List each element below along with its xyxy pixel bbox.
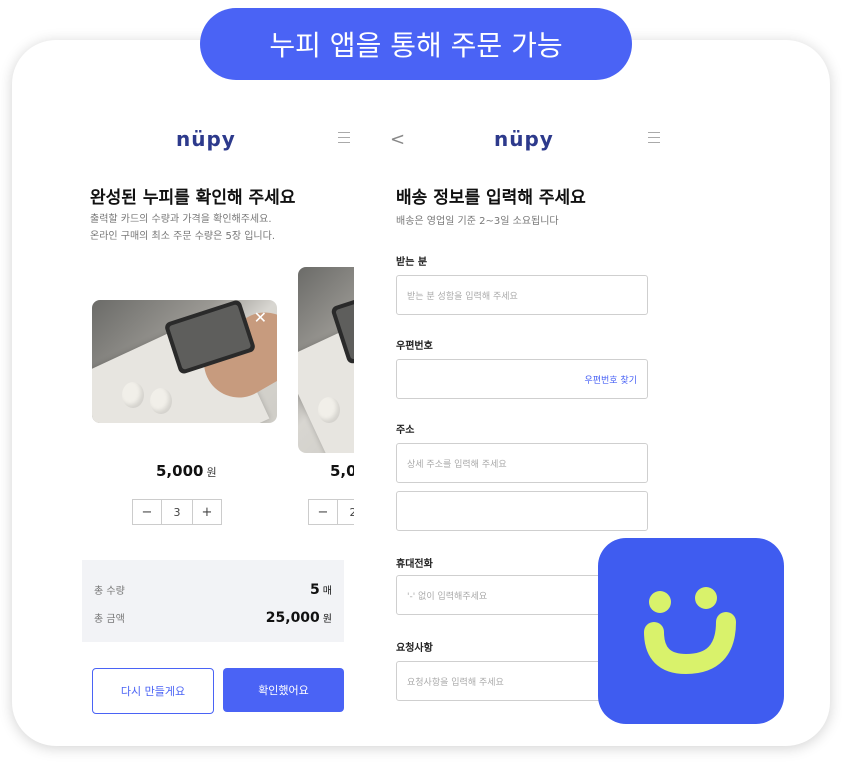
menu-icon[interactable] bbox=[648, 132, 660, 144]
phone-label: 휴대전화 bbox=[396, 559, 433, 570]
address-input[interactable]: 상세 주소를 입력해 주세요 bbox=[396, 443, 648, 483]
nupy-logo[interactable]: nüpy bbox=[176, 127, 236, 151]
subtitle-line-2: 온라인 구매의 최소 주문 수량은 5장 입니다. bbox=[90, 231, 276, 242]
minus-button[interactable]: − bbox=[309, 500, 337, 524]
smiley-app-icon bbox=[598, 538, 784, 724]
address-detail-input[interactable] bbox=[396, 491, 648, 531]
remake-button[interactable]: 다시 만들게요 bbox=[92, 668, 214, 714]
close-icon[interactable]: ✕ bbox=[254, 308, 267, 327]
minus-button[interactable]: − bbox=[133, 500, 161, 524]
total-quantity-row: 총 수량 5매 bbox=[94, 582, 332, 598]
order-banner: 누피 앱을 통해 주문 가능 bbox=[200, 8, 632, 80]
postal-code-label: 우편번호 bbox=[396, 341, 433, 352]
back-chevron-icon[interactable]: < bbox=[390, 129, 405, 150]
address-label: 주소 bbox=[396, 425, 415, 436]
card-1-price: 5,000 원 bbox=[156, 462, 217, 480]
confirm-button[interactable]: 확인했어요 bbox=[223, 668, 344, 712]
card-2-quantity-stepper[interactable]: − 2 bbox=[308, 499, 354, 525]
order-confirm-screen: nüpy 완성된 누피를 확인해 주세요 출력할 카드의 수량과 가격을 확인해… bbox=[72, 95, 354, 735]
nupy-logo[interactable]: nüpy bbox=[494, 127, 554, 151]
banner-text: 누피 앱을 통해 주문 가능 bbox=[269, 29, 563, 62]
card-2-price: 5,00 bbox=[330, 462, 354, 480]
top-bar: < nüpy bbox=[378, 127, 676, 151]
find-postal-code-link[interactable]: 우편번호 찾기 bbox=[584, 373, 637, 386]
top-bar: nüpy bbox=[72, 127, 354, 151]
total-amount-row: 총 금액 25,000 원 bbox=[94, 610, 332, 626]
quantity-value: 3 bbox=[161, 500, 193, 524]
subtitle-line-1: 출력할 카드의 수량과 가격을 확인해주세요. bbox=[90, 214, 272, 225]
recipient-input[interactable]: 받는 분 성함을 입력해 주세요 bbox=[396, 275, 648, 315]
card-photo-2[interactable] bbox=[298, 267, 354, 453]
postal-code-input[interactable]: 우편번호 찾기 bbox=[396, 359, 648, 399]
card-photo-1[interactable]: ✕ bbox=[92, 300, 277, 423]
plus-button[interactable]: + bbox=[193, 500, 221, 524]
recipient-label: 받는 분 bbox=[396, 257, 428, 268]
menu-icon[interactable] bbox=[338, 132, 350, 144]
order-summary: 총 수량 5매 총 금액 25,000 원 bbox=[82, 560, 344, 642]
quantity-value: 2 bbox=[337, 500, 354, 524]
card-1-quantity-stepper[interactable]: − 3 + bbox=[132, 499, 222, 525]
page-title: 완성된 누피를 확인해 주세요 bbox=[90, 188, 296, 208]
request-label: 요청사항 bbox=[396, 643, 433, 654]
page-title: 배송 정보를 입력해 주세요 bbox=[396, 188, 586, 208]
subtitle: 배송은 영업일 기준 2~3일 소요됩니다 bbox=[396, 216, 559, 227]
